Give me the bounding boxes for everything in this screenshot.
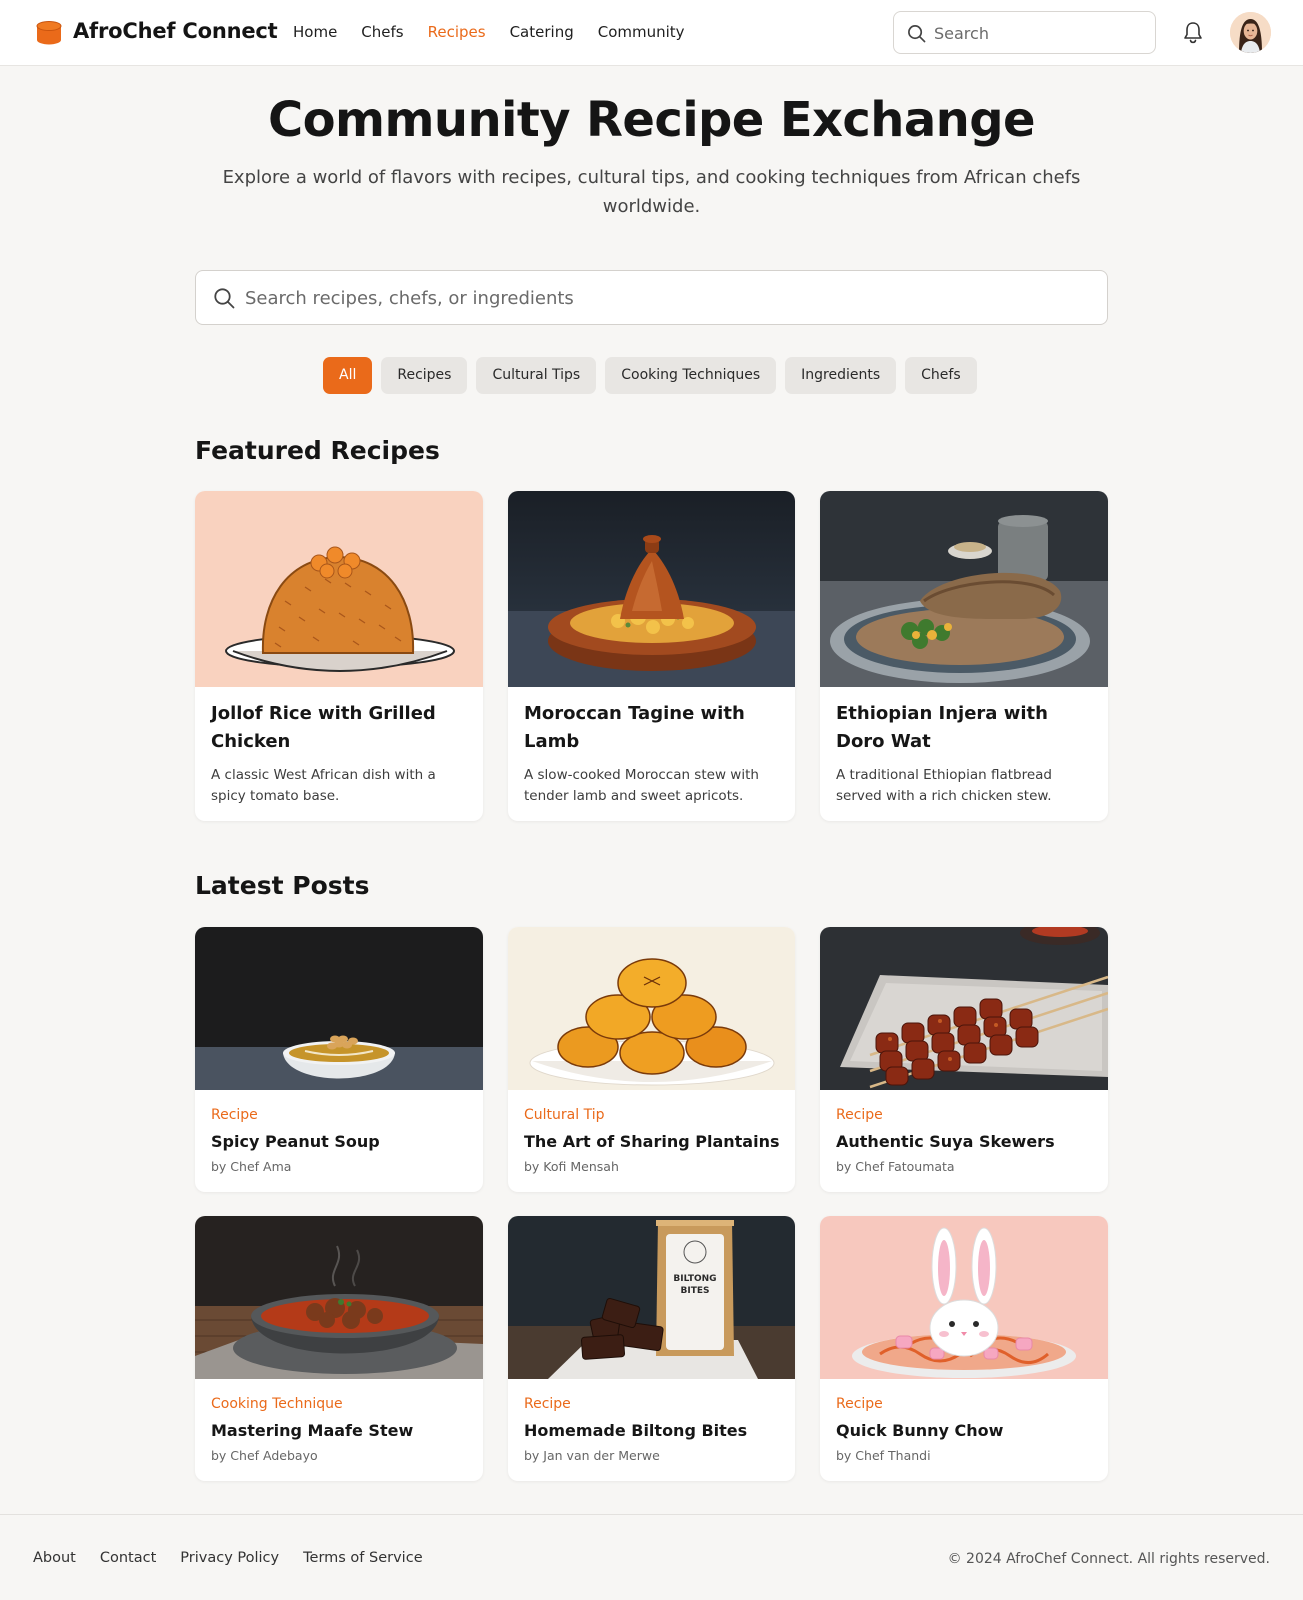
footer-link-terms[interactable]: Terms of Service — [303, 1550, 422, 1566]
filter-chefs[interactable]: Chefs — [905, 357, 977, 394]
post-author: by Chef Fatoumata — [836, 1159, 955, 1174]
page-title: Community Recipe Exchange — [268, 92, 1035, 148]
post-card[interactable]: Cultural Tip The Art of Sharing Plantain… — [508, 927, 795, 1192]
post-category: Recipe — [836, 1396, 883, 1412]
main-nav: Home Chefs Recipes Catering Community — [293, 23, 685, 41]
maafe-image — [195, 1216, 483, 1379]
footer-link-contact[interactable]: Contact — [100, 1550, 156, 1566]
post-author: by Chef Adebayo — [211, 1448, 318, 1463]
recipe-search-input[interactable] — [245, 283, 1085, 313]
post-card[interactable]: Recipe Authentic Suya Skewers by Chef Fa… — [820, 927, 1108, 1192]
nav-community[interactable]: Community — [598, 23, 685, 41]
nav-home[interactable]: Home — [293, 23, 337, 41]
featured-card[interactable]: Moroccan Tagine with Lamb A slow-cooked … — [508, 491, 795, 821]
post-category: Recipe — [524, 1396, 571, 1412]
card-description: A traditional Ethiopian flatbread served… — [836, 767, 1053, 804]
plantains-image — [508, 927, 795, 1090]
svg-text:BITES: BITES — [681, 1286, 710, 1296]
card-description: A slow-cooked Moroccan stew with tender … — [524, 767, 759, 804]
injera-image — [820, 491, 1108, 687]
footer: About Contact Privacy Policy Terms of Se… — [0, 1514, 1303, 1600]
post-title: Authentic Suya Skewers — [836, 1132, 1055, 1151]
post-title: The Art of Sharing Plantains — [524, 1132, 780, 1151]
filter-all[interactable]: All — [323, 357, 373, 394]
tagine-image — [508, 491, 795, 687]
card-title: Jollof Rice with Grilled Chicken — [211, 703, 436, 752]
post-category: Recipe — [836, 1107, 883, 1123]
post-category: Recipe — [211, 1107, 258, 1123]
footer-links: About Contact Privacy Policy Terms of Se… — [33, 1550, 423, 1566]
nav-chefs[interactable]: Chefs — [361, 23, 403, 41]
featured-section-title: Featured Recipes — [195, 436, 440, 465]
filter-chips: All Recipes Cultural Tips Cooking Techni… — [323, 357, 977, 394]
filter-cultural-tips[interactable]: Cultural Tips — [476, 357, 597, 394]
latest-section-title: Latest Posts — [195, 871, 370, 900]
bunny-chow-image — [820, 1216, 1108, 1379]
post-author: by Chef Ama — [211, 1159, 292, 1174]
top-navbar: AfroChef Connect Home Chefs Recipes Cate… — [0, 0, 1303, 66]
post-card[interactable]: Recipe Spicy Peanut Soup by Chef Ama — [195, 927, 483, 1192]
filter-ingredients[interactable]: Ingredients — [785, 357, 897, 394]
post-card[interactable]: Recipe Quick Bunny Chow by Chef Thandi — [820, 1216, 1108, 1481]
recipe-search — [195, 270, 1108, 325]
footer-link-privacy[interactable]: Privacy Policy — [180, 1550, 279, 1566]
post-title: Homemade Biltong Bites — [524, 1421, 748, 1440]
nav-catering[interactable]: Catering — [510, 23, 574, 41]
drum-icon[interactable] — [36, 20, 62, 46]
post-card[interactable]: BILTONG BITES Recipe Homemade Biltong Bi… — [508, 1216, 795, 1481]
footer-link-about[interactable]: About — [33, 1550, 76, 1566]
biltong-image: BILTONG BITES — [508, 1216, 795, 1379]
suya-image — [820, 927, 1108, 1090]
filter-recipes[interactable]: Recipes — [381, 357, 468, 394]
post-author: by Jan van der Merwe — [524, 1448, 660, 1463]
header-search-input[interactable] — [934, 20, 1144, 46]
user-avatar[interactable] — [1230, 12, 1271, 53]
header-search — [893, 11, 1156, 54]
bell-icon[interactable] — [1182, 21, 1204, 44]
nav-recipes[interactable]: Recipes — [428, 23, 486, 41]
post-category: Cooking Technique — [211, 1396, 343, 1412]
peanut-soup-image — [195, 927, 483, 1090]
card-title: Ethiopian Injera with Doro Wat — [836, 703, 1048, 752]
brand-name[interactable]: AfroChef Connect — [73, 19, 278, 43]
filter-cooking-techniques[interactable]: Cooking Techniques — [605, 357, 777, 394]
post-category: Cultural Tip — [524, 1107, 605, 1123]
post-card[interactable]: Cooking Technique Mastering Maafe Stew b… — [195, 1216, 483, 1481]
card-description: A classic West African dish with a spicy… — [211, 767, 436, 804]
post-author: by Kofi Mensah — [524, 1159, 619, 1174]
search-icon — [214, 288, 235, 309]
svg-text:BILTONG: BILTONG — [673, 1274, 716, 1284]
featured-card[interactable]: Ethiopian Injera with Doro Wat A traditi… — [820, 491, 1108, 821]
jollof-rice-image — [195, 491, 483, 687]
copyright: © 2024 AfroChef Connect. All rights rese… — [947, 1551, 1270, 1567]
page-subtitle: Explore a world of flavors with recipes,… — [222, 167, 1081, 217]
card-title: Moroccan Tagine with Lamb — [524, 703, 745, 752]
post-title: Quick Bunny Chow — [836, 1421, 1004, 1440]
search-icon — [908, 25, 926, 43]
featured-card[interactable]: Jollof Rice with Grilled Chicken A class… — [195, 491, 483, 821]
post-title: Spicy Peanut Soup — [211, 1132, 380, 1151]
post-title: Mastering Maafe Stew — [211, 1421, 414, 1440]
post-author: by Chef Thandi — [836, 1448, 931, 1463]
